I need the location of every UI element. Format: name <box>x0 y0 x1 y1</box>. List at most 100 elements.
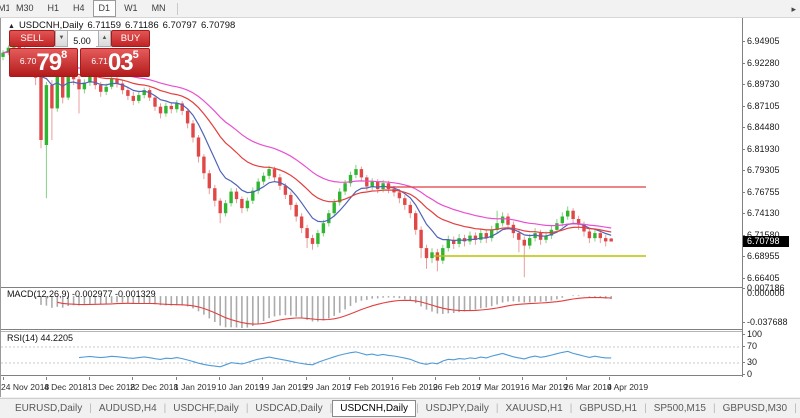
chart-tab-usdchf[interactable]: USDCHF,Daily <box>166 401 246 416</box>
date-axis-tick <box>479 377 480 380</box>
rsi-axis-label: 0 <box>747 369 752 379</box>
timeframe-button-m15[interactable]: M15 <box>0 0 8 17</box>
macd-label: MACD(12,26,9) -0.002977 -0.001329 <box>7 289 156 299</box>
date-axis-tick <box>349 377 350 380</box>
chart-tab-usdcad[interactable]: USDCAD,Daily <box>248 401 329 416</box>
rsi-indicator-pane[interactable]: RSI(14) 44.2205 <box>1 331 742 376</box>
macd-axis-tick <box>742 288 745 289</box>
price-axis-label: 6.81930 <box>747 144 780 154</box>
buy-price-panel[interactable]: 6.71035 <box>80 48 150 77</box>
date-axis-label: 22 Dec 2018 <box>130 382 178 392</box>
date-axis-label: 16 Feb 2019 <box>390 382 438 392</box>
rsi-axis-label: 100 <box>747 329 762 339</box>
chart-tab-bar: EURUSD,Daily|AUDUSD,H4|USDCHF,Daily|USDC… <box>0 398 800 418</box>
chart-tab-audusd[interactable]: AUDUSD,H4 <box>92 401 164 416</box>
chart-tab-sp500[interactable]: SP500,M15 <box>647 401 713 416</box>
price-axis-label: 6.79305 <box>747 165 780 175</box>
chart-window[interactable]: ▲USDCNH,Daily6.711596.711866.707976.7079… <box>0 18 800 397</box>
timeframe-button-m30[interactable]: M30 <box>10 0 40 17</box>
volume-increase-button[interactable]: ▲ <box>98 30 111 47</box>
price-axis-label: 6.84480 <box>747 122 780 132</box>
date-axis-label: 19 Jan 2019 <box>260 382 307 392</box>
toolbar-separator <box>177 3 178 15</box>
rsi-axis-label: 70 <box>747 341 757 351</box>
date-axis-tick <box>89 377 90 380</box>
sell-price-panel[interactable]: 6.70798 <box>9 48 78 77</box>
date-axis-label: 29 Jan 2019 <box>304 382 351 392</box>
sell-price-big: 79 <box>36 49 61 76</box>
date-axis-label: 1 Jan 2019 <box>174 382 216 392</box>
macd-indicator-pane[interactable]: MACD(12,26,9) -0.002977 -0.001329 <box>1 287 742 330</box>
price-axis-tick <box>742 127 745 128</box>
ohlc-low: 6.70797 <box>163 20 197 31</box>
price-axis-tick <box>742 192 745 193</box>
price-axis-tick <box>742 106 745 107</box>
date-axis-tick <box>306 377 307 380</box>
timeframe-button-h4[interactable]: H4 <box>67 0 91 17</box>
volume-decrease-button[interactable]: ▼ <box>55 30 68 47</box>
date-axis-label: 4 Dec 2018 <box>44 382 87 392</box>
price-axis-label: 6.74130 <box>747 208 780 218</box>
volume-box <box>68 30 98 47</box>
buy-button[interactable]: BUY <box>111 30 150 47</box>
timeframe-button-mn[interactable]: MN <box>146 0 172 17</box>
date-axis-label: 24 Nov 2018 <box>1 382 49 392</box>
chart-tab-gbpusd[interactable]: GBPUSD,H1 <box>572 401 644 416</box>
price-axis-label: 6.87105 <box>747 101 780 111</box>
chart-tab-usdcnh[interactable]: USDCNH,Daily <box>332 400 416 417</box>
price-axis-label: 6.94905 <box>747 36 780 46</box>
price-axis-label: 6.76755 <box>747 187 780 197</box>
date-axis-label: 10 Jan 2019 <box>217 382 264 392</box>
current-price-tag: 6.70798 <box>743 236 789 247</box>
ohlc-close: 6.70798 <box>201 20 235 31</box>
date-axis-tick <box>176 377 177 380</box>
price-axis-tick <box>742 213 745 214</box>
buy-price-prefix: 6.71 <box>91 56 108 66</box>
sell-button[interactable]: SELL <box>9 30 55 47</box>
chart-tab-xauusd[interactable]: XAUUSD,H1 <box>498 401 569 416</box>
date-axis-tick <box>219 377 220 380</box>
rsi-axis-tick <box>742 374 745 375</box>
timeframe-toolbar: M15M30H1H4D1W1MN <box>0 0 800 18</box>
chart-tab-usdjpy[interactable]: USDJPY,Daily <box>419 401 496 416</box>
sell-price-prefix: 6.70 <box>20 56 37 66</box>
date-axis-tick <box>46 377 47 380</box>
timeframe-button-d1[interactable]: D1 <box>93 0 117 17</box>
date-axis-tick <box>3 377 4 380</box>
macd-axis-zero: 0.000000 <box>747 288 785 298</box>
rsi-axis-tick <box>742 346 745 347</box>
tab-scroll-right-icon[interactable]: ▸ <box>789 4 798 15</box>
one-click-trade-widget: SELL ▼ ▲ BUY 6.70798 6.71035 <box>9 30 150 77</box>
date-axis-label: 7 Mar 2019 <box>477 382 520 392</box>
price-axis: 6.94905 6.92280 6.89730 6.87105 6.84480 6.819… <box>742 18 800 397</box>
price-axis-tick <box>742 84 745 85</box>
price-axis-label: 6.89730 <box>747 79 780 89</box>
sell-price-pip: 8 <box>61 49 67 61</box>
date-axis-tick <box>609 377 610 380</box>
date-axis-tick <box>566 377 567 380</box>
buy-price-pip: 5 <box>133 49 139 61</box>
chart-tab-eurusd[interactable]: EURUSD,Daily <box>8 401 89 416</box>
price-axis-tick <box>742 63 745 64</box>
date-axis-label: 13 Dec 2018 <box>87 382 135 392</box>
macd-axis-min: -0.037688 <box>747 317 788 327</box>
trading-platform-window: M15M30H1H4D1W1MN ▲USDCNH,Daily6.711596.7… <box>0 0 800 418</box>
date-axis-tick <box>435 377 436 380</box>
chart-tab-gbpusd[interactable]: GBPUSD,M30 <box>716 401 794 416</box>
date-axis-tick <box>262 377 263 380</box>
date-axis-label: 26 Mar 2019 <box>564 382 612 392</box>
timeframe-button-w1[interactable]: W1 <box>118 0 144 17</box>
axis-border <box>742 18 743 377</box>
macd-axis-tick <box>742 322 745 323</box>
timeframe-button-h1[interactable]: H1 <box>42 0 66 17</box>
date-axis-label: 7 Feb 2019 <box>347 382 390 392</box>
date-axis-tick <box>132 377 133 380</box>
date-axis-label: 4 Apr 2019 <box>607 382 648 392</box>
collapse-trade-widget-icon[interactable]: ▲ <box>8 23 15 30</box>
price-axis-tick <box>742 170 745 171</box>
date-axis-tick <box>522 377 523 380</box>
price-axis-label: 6.66405 <box>747 273 780 283</box>
price-axis-label: 6.92280 <box>747 58 780 68</box>
volume-input[interactable] <box>68 34 96 49</box>
rsi-axis-label: 30 <box>747 357 757 367</box>
